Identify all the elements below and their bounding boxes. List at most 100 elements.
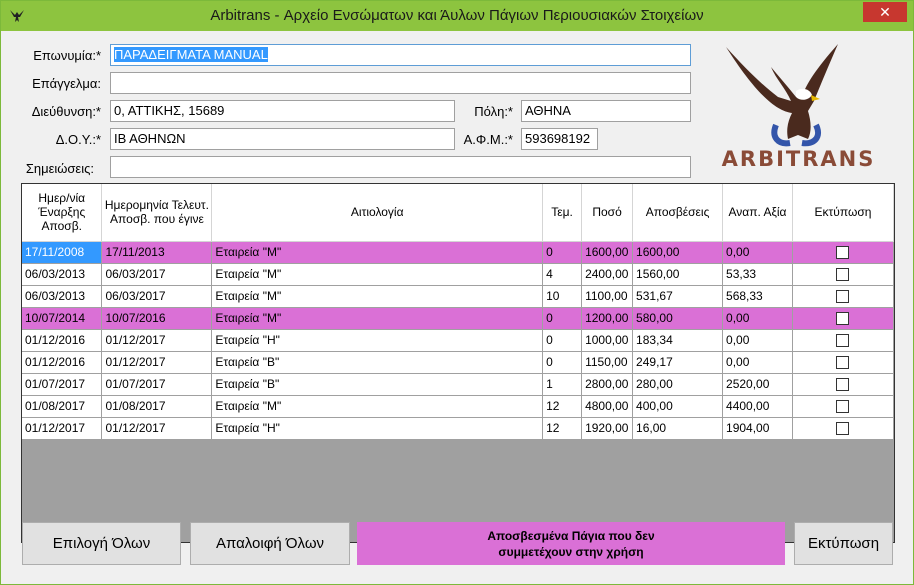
cell-amount[interactable]: 1600,00	[581, 241, 634, 264]
cell-reason[interactable]: Εταιρεία "Μ"	[211, 395, 544, 418]
cell-amount[interactable]: 1200,00	[581, 307, 634, 330]
print-checkbox[interactable]	[836, 378, 850, 392]
cell-depreciation[interactable]: 183,34	[632, 329, 724, 352]
cell-depreciation[interactable]: 580,00	[632, 307, 724, 330]
header-depreciation[interactable]: Αποσβέσεις	[632, 184, 724, 242]
cell-depreciation[interactable]: 280,00	[632, 373, 724, 396]
table-row[interactable]: 17/11/2008 17/11/2013 Εταιρεία "Μ" 0 160…	[22, 241, 895, 264]
cell-qty[interactable]: 1	[542, 373, 583, 396]
cell-start-date[interactable]: 06/03/2013	[22, 285, 103, 308]
print-button[interactable]: Εκτύπωση	[794, 522, 893, 565]
table-row[interactable]: 10/07/2014 10/07/2016 Εταιρεία "Μ" 0 120…	[22, 307, 895, 330]
cell-amount[interactable]: 2400,00	[581, 263, 634, 286]
header-last-date[interactable]: Ημερομηνία Τελευτ. Αποσβ. που έγινε	[101, 184, 213, 242]
header-residual[interactable]: Αναπ. Αξία	[722, 184, 793, 242]
cell-qty[interactable]: 10	[542, 285, 583, 308]
print-checkbox[interactable]	[836, 312, 850, 326]
cell-residual[interactable]: 568,33	[722, 285, 793, 308]
header-qty[interactable]: Τεμ.	[542, 184, 583, 242]
print-checkbox[interactable]	[836, 356, 850, 370]
print-checkbox[interactable]	[836, 246, 850, 260]
cell-start-date[interactable]: 01/07/2017	[22, 373, 103, 396]
cell-reason[interactable]: Εταιρεία "Μ"	[211, 241, 544, 264]
notes-field[interactable]	[110, 156, 691, 178]
cell-reason[interactable]: Εταιρεία "Μ"	[211, 263, 544, 286]
table-row[interactable]: 01/08/2017 01/08/2017 Εταιρεία "Μ" 12 48…	[22, 395, 895, 418]
cell-start-date[interactable]: 17/11/2008	[22, 241, 103, 264]
header-amount[interactable]: Ποσό	[581, 184, 634, 242]
cell-residual[interactable]: 1904,00	[722, 417, 793, 440]
cell-reason[interactable]: Εταιρεία "Μ"	[211, 307, 544, 330]
city-field[interactable]: ΑΘΗΝΑ	[521, 100, 691, 122]
clear-all-button[interactable]: Απαλοιφή Όλων	[190, 522, 350, 565]
cell-depreciation[interactable]: 1560,00	[632, 263, 724, 286]
select-all-button[interactable]: Επιλογή Όλων	[22, 522, 181, 565]
print-checkbox[interactable]	[836, 422, 850, 436]
cell-depreciation[interactable]: 16,00	[632, 417, 724, 440]
cell-residual[interactable]: 0,00	[722, 329, 793, 352]
cell-depreciation[interactable]: 531,67	[632, 285, 724, 308]
cell-amount[interactable]: 2800,00	[581, 373, 634, 396]
table-row[interactable]: 06/03/2013 06/03/2017 Εταιρεία "Μ" 10 11…	[22, 285, 895, 308]
name-field[interactable]: ΠΑΡΑΔΕΙΓΜΑΤΑ MANUAL	[110, 44, 691, 66]
assets-grid[interactable]: Ημερ/νία Έναρξης Αποσβ. Ημερομηνία Τελευ…	[21, 183, 895, 543]
cell-last-date[interactable]: 01/12/2017	[101, 329, 213, 352]
profession-field[interactable]	[110, 72, 691, 94]
close-button[interactable]: ✕	[863, 2, 907, 22]
header-print[interactable]: Εκτύπωση	[792, 184, 895, 242]
cell-start-date[interactable]: 01/12/2017	[22, 417, 103, 440]
cell-reason[interactable]: Εταιρεία "Β"	[211, 351, 544, 374]
cell-qty[interactable]: 0	[542, 241, 583, 264]
cell-last-date[interactable]: 01/08/2017	[101, 395, 213, 418]
cell-reason[interactable]: Εταιρεία "Β"	[211, 373, 544, 396]
cell-residual[interactable]: 0,00	[722, 307, 793, 330]
cell-start-date[interactable]: 01/08/2017	[22, 395, 103, 418]
cell-last-date[interactable]: 10/07/2016	[101, 307, 213, 330]
cell-last-date[interactable]: 01/12/2017	[101, 417, 213, 440]
cell-last-date[interactable]: 01/07/2017	[101, 373, 213, 396]
table-row[interactable]: 01/07/2017 01/07/2017 Εταιρεία "Β" 1 280…	[22, 373, 895, 396]
cell-start-date[interactable]: 06/03/2013	[22, 263, 103, 286]
cell-start-date[interactable]: 10/07/2014	[22, 307, 103, 330]
table-row[interactable]: 01/12/2017 01/12/2017 Εταιρεία "Η" 12 19…	[22, 417, 895, 440]
cell-depreciation[interactable]: 249,17	[632, 351, 724, 374]
cell-residual[interactable]: 53,33	[722, 263, 793, 286]
cell-qty[interactable]: 12	[542, 395, 583, 418]
cell-start-date[interactable]: 01/12/2016	[22, 329, 103, 352]
cell-last-date[interactable]: 06/03/2017	[101, 285, 213, 308]
cell-depreciation[interactable]: 1600,00	[632, 241, 724, 264]
cell-qty[interactable]: 12	[542, 417, 583, 440]
cell-last-date[interactable]: 01/12/2017	[101, 351, 213, 374]
header-reason[interactable]: Αιτιολογία	[211, 184, 544, 242]
cell-residual[interactable]: 2520,00	[722, 373, 793, 396]
print-checkbox[interactable]	[836, 334, 850, 348]
cell-reason[interactable]: Εταιρεία "Η"	[211, 329, 544, 352]
cell-last-date[interactable]: 06/03/2017	[101, 263, 213, 286]
cell-residual[interactable]: 4400,00	[722, 395, 793, 418]
table-row[interactable]: 01/12/2016 01/12/2017 Εταιρεία "Η" 0 100…	[22, 329, 895, 352]
title-bar[interactable]: Arbitrans - Αρχείο Ενσώματων και Άυλων Π…	[1, 1, 913, 31]
cell-qty[interactable]: 0	[542, 329, 583, 352]
cell-amount[interactable]: 1920,00	[581, 417, 634, 440]
print-checkbox[interactable]	[836, 400, 850, 414]
cell-reason[interactable]: Εταιρεία "Μ"	[211, 285, 544, 308]
cell-amount[interactable]: 1000,00	[581, 329, 634, 352]
table-row[interactable]: 01/12/2016 01/12/2017 Εταιρεία "Β" 0 115…	[22, 351, 895, 374]
cell-amount[interactable]: 1150,00	[581, 351, 634, 374]
cell-qty[interactable]: 0	[542, 307, 583, 330]
address-field[interactable]: 0, ΑΤΤΙΚΗΣ, 15689	[110, 100, 455, 122]
print-checkbox[interactable]	[836, 268, 850, 282]
cell-residual[interactable]: 0,00	[722, 351, 793, 374]
tax-office-field[interactable]: ΙΒ ΑΘΗΝΩΝ	[110, 128, 455, 150]
cell-amount[interactable]: 1100,00	[581, 285, 634, 308]
cell-qty[interactable]: 0	[542, 351, 583, 374]
cell-depreciation[interactable]: 400,00	[632, 395, 724, 418]
cell-amount[interactable]: 4800,00	[581, 395, 634, 418]
afm-field[interactable]: 593698192	[521, 128, 598, 150]
cell-residual[interactable]: 0,00	[722, 241, 793, 264]
table-row[interactable]: 06/03/2013 06/03/2017 Εταιρεία "Μ" 4 240…	[22, 263, 895, 286]
cell-reason[interactable]: Εταιρεία "Η"	[211, 417, 544, 440]
header-start-date[interactable]: Ημερ/νία Έναρξης Αποσβ.	[22, 184, 103, 242]
print-checkbox[interactable]	[836, 290, 850, 304]
cell-start-date[interactable]: 01/12/2016	[22, 351, 103, 374]
